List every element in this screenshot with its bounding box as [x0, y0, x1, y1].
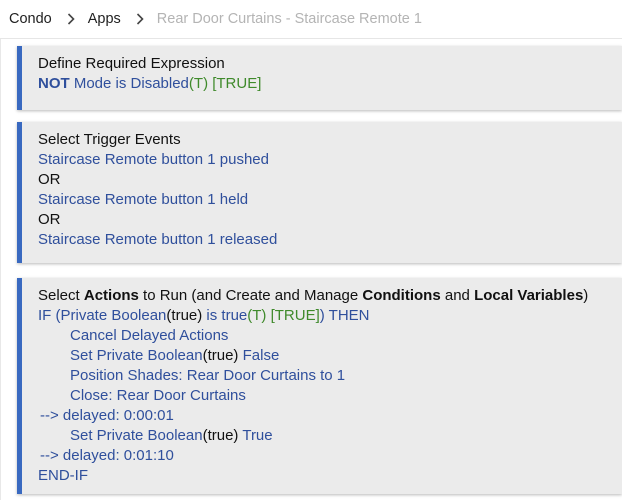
action-set-boolean-true: Set Private Boolean(true) True — [38, 426, 622, 446]
trigger-event-held: Staircase Remote button 1 held — [38, 191, 249, 208]
trigger-event-released: Staircase Remote button 1 released — [38, 231, 278, 248]
actions-title-part: and — [440, 287, 475, 304]
not-operator: NOT — [38, 75, 70, 92]
if-paren: (true) — [166, 307, 203, 324]
header-divider — [0, 38, 622, 39]
or-separator: OR — [38, 171, 61, 188]
action-close-curtains: Close: Rear Door Curtains — [70, 387, 246, 404]
required-expression-line: NOT Mode is Disabled(T) [TRUE] — [38, 74, 622, 94]
set-boolean-paren: (true) — [202, 347, 239, 364]
chevron-right-icon — [136, 13, 144, 25]
set-boolean-prefix: Set Private Boolean — [70, 427, 203, 444]
if-statement: IF (Private Boolean(true) is true(T) [TR… — [38, 306, 622, 326]
content-left-edge — [0, 39, 1, 500]
end-if: END-IF — [38, 467, 88, 484]
action-set-boolean-false: Set Private Boolean(true) False — [38, 346, 622, 366]
breadcrumb: Condo Apps Rear Door Curtains - Staircas… — [0, 0, 622, 38]
trigger-event-pushed: Staircase Remote button 1 pushed — [38, 151, 269, 168]
set-boolean-paren: (true) — [202, 427, 239, 444]
if-prefix: IF (Private Boolean — [38, 307, 167, 324]
breadcrumb-current-app: Rear Door Curtains - Staircase Remote 1 — [156, 11, 422, 27]
actions-title-actions: Actions — [83, 287, 139, 304]
actions-title-local-variables: Local Variables — [474, 287, 584, 304]
delay-line: --> delayed: 0:01:10 — [40, 447, 174, 464]
required-expression-panel[interactable]: Define Required Expression NOT Mode is D… — [17, 46, 622, 110]
required-condition: Mode is Disabled — [73, 75, 189, 92]
trigger-events-panel[interactable]: Select Trigger Events Staircase Remote b… — [17, 122, 622, 263]
actions-panel[interactable]: Select Actions to Run (and Create and Ma… — [17, 278, 622, 494]
action-position-shades: Position Shades: Rear Door Curtains to 1 — [70, 367, 346, 384]
breadcrumb-apps[interactable]: Apps — [88, 11, 121, 27]
required-expression-title: Define Required Expression — [38, 55, 225, 72]
actions-title-part: Select — [38, 287, 84, 304]
if-is: is true — [202, 307, 248, 324]
or-separator: OR — [38, 211, 61, 228]
set-boolean-value: False — [238, 347, 280, 364]
if-then: ) THEN — [319, 307, 370, 324]
required-condition-state: (T) [TRUE] — [188, 75, 262, 92]
actions-title-part: to Run (and Create and Manage — [138, 287, 363, 304]
breadcrumb-condo[interactable]: Condo — [9, 11, 52, 27]
set-boolean-prefix: Set Private Boolean — [70, 347, 203, 364]
set-boolean-value: True — [238, 427, 273, 444]
action-cancel-delayed: Cancel Delayed Actions — [70, 327, 229, 344]
if-state: (T) [TRUE] — [247, 307, 320, 324]
actions-title-conditions: Conditions — [362, 287, 441, 304]
actions-title-part: ) — [583, 287, 589, 304]
delay-line: --> delayed: 0:00:01 — [40, 407, 174, 424]
trigger-events-title: Select Trigger Events — [38, 131, 181, 148]
chevron-right-icon — [67, 13, 75, 25]
actions-title: Select Actions to Run (and Create and Ma… — [38, 286, 622, 306]
